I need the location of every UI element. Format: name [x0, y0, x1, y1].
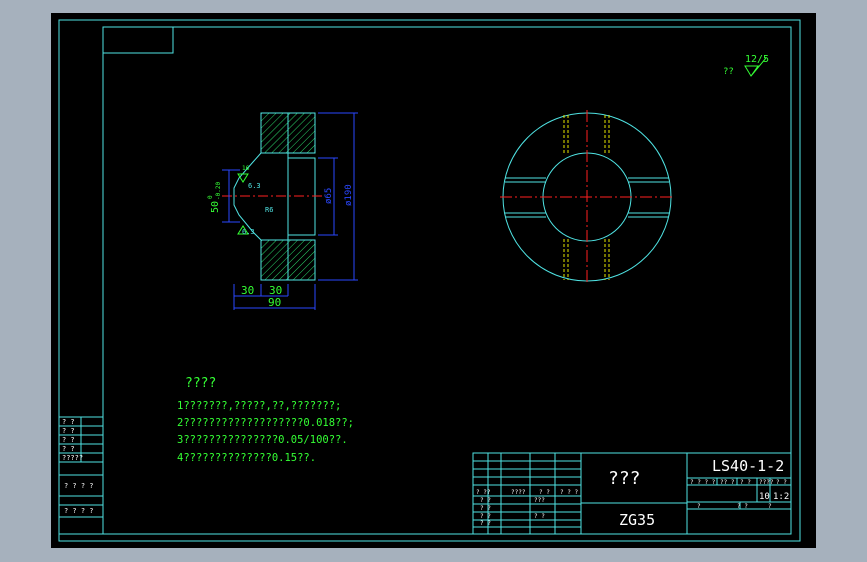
dim-50-tol-lower: -0.20 [215, 182, 222, 200]
left-table-label-2: ? ? ? ? [64, 482, 94, 490]
tb-header-4: ???? [759, 479, 774, 486]
roughness-63-top: 6.3 [248, 182, 261, 190]
quantity: 10 [759, 492, 770, 502]
left-table-row-1: ? ? [62, 418, 75, 426]
tb-left-3: ? ? [539, 489, 550, 496]
material: ZG35 [619, 511, 655, 529]
notes-title: ???? [185, 376, 216, 391]
note-line-4: 4??????????????0.15??. [177, 452, 316, 464]
note-line-1: 1???????,?????,??,???????; [177, 400, 341, 412]
dim-50: 50 [210, 201, 221, 213]
part-name: ??? [608, 468, 641, 489]
left-table-row-3: ? ? [62, 436, 75, 444]
dim-90: 90 [268, 296, 281, 309]
drawing-number: LS40-1-2 [712, 457, 784, 475]
dim-50-tol-upper: 0 [207, 195, 214, 199]
tb-sheet-2: ? ? [737, 503, 748, 510]
tb-left-4: ? ? ? [560, 489, 578, 496]
note-line-3: 3???????????????0.05/100??. [177, 434, 348, 446]
drawing-paper [51, 13, 816, 548]
tb-header-5: ? ? [776, 479, 787, 486]
dim-65: ø65 [324, 188, 334, 204]
corner-roughness-value: 12/5 [745, 54, 769, 65]
note-line-2: 2???????????????????0.018??; [177, 417, 354, 429]
roughness-63-bottom: 6.3 [242, 228, 255, 236]
left-table-row-5: ????? [62, 454, 83, 462]
roughness-top-mark: 16 [242, 165, 250, 172]
dim-30-left: 30 [241, 284, 254, 297]
tb-left-8: ? ? [480, 513, 491, 520]
left-table-row-4: ? ? [62, 445, 75, 453]
tb-sheet-3: ? [768, 503, 772, 510]
scale: 1:2 [773, 492, 789, 502]
left-table-row-2: ? ? [62, 427, 75, 435]
tb-left-5: ? ? [480, 497, 491, 504]
dim-190: ø190 [344, 184, 354, 206]
tb-header-2: ?? ? [720, 479, 735, 486]
tb-left-1: ? ?? [476, 489, 491, 496]
tb-left-9: ? ? [480, 520, 491, 527]
dim-r6: R6 [265, 206, 273, 214]
corner-roughness-label: ?? [723, 67, 734, 77]
tb-left-10: ? ? [534, 513, 545, 520]
tb-header-3: ? ? [740, 479, 751, 486]
left-table-label-3: ? ? ? ? [64, 507, 94, 515]
tb-left-6: ??? [534, 497, 545, 504]
tb-header-1: ? ? ? ? [690, 479, 716, 486]
tb-left-2: ???? [511, 489, 526, 496]
tb-left-7: ? ? [480, 505, 491, 512]
cad-drawing: 12/5 ?? ø190 ø65 50 0 -0.20 R6 30 30 90 … [51, 13, 816, 548]
tb-sheet-1: ? [697, 503, 701, 510]
